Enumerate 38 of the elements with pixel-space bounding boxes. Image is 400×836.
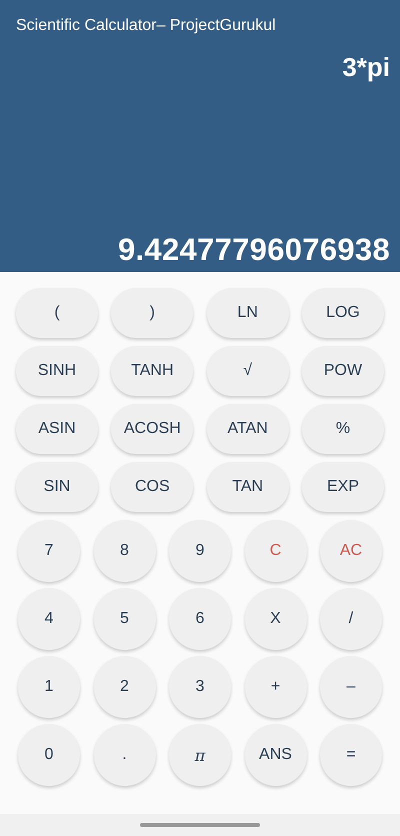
- keypad-key[interactable]: 5: [94, 588, 156, 650]
- function-key[interactable]: %: [302, 404, 384, 454]
- function-key[interactable]: ACOSH: [111, 404, 194, 454]
- function-key[interactable]: (: [16, 288, 98, 338]
- function-key[interactable]: SIN: [16, 462, 98, 512]
- function-key[interactable]: √: [206, 346, 289, 396]
- keypad-key[interactable]: –: [320, 656, 382, 718]
- keypad-key[interactable]: 8: [94, 520, 156, 582]
- function-key[interactable]: TAN: [206, 462, 289, 512]
- expression-text: 3*pi: [342, 52, 390, 83]
- function-key[interactable]: ASIN: [16, 404, 98, 454]
- keypad-key[interactable]: 3: [169, 656, 231, 718]
- keypad-key[interactable]: 7: [18, 520, 80, 582]
- keypad-key[interactable]: 1: [18, 656, 80, 718]
- keypad-key[interactable]: .: [94, 724, 156, 786]
- keypad-key[interactable]: 4: [18, 588, 80, 650]
- keypad-key[interactable]: 6: [169, 588, 231, 650]
- keypad-key[interactable]: =: [320, 724, 382, 786]
- keypad-key[interactable]: /: [320, 588, 382, 650]
- home-handle[interactable]: [140, 823, 260, 827]
- keypad-key[interactable]: 2: [94, 656, 156, 718]
- function-key[interactable]: SINH: [16, 346, 98, 396]
- function-key[interactable]: POW: [302, 346, 384, 396]
- result-text: 9.42477796076938: [118, 232, 390, 268]
- keypad-key[interactable]: X: [244, 588, 306, 650]
- app-title: Scientific Calculator– ProjectGurukul: [16, 17, 276, 35]
- function-key[interactable]: ATAN: [206, 404, 289, 454]
- keypad-key[interactable]: 9: [169, 520, 231, 582]
- function-key[interactable]: EXP: [302, 462, 384, 512]
- function-key[interactable]: LN: [206, 288, 289, 338]
- function-key[interactable]: TANH: [111, 346, 194, 396]
- keypad-key[interactable]: 0: [18, 724, 80, 786]
- function-key[interactable]: ): [111, 288, 194, 338]
- function-key[interactable]: COS: [111, 462, 194, 512]
- function-key[interactable]: LOG: [302, 288, 384, 338]
- keypad-key[interactable]: +: [244, 656, 306, 718]
- keypad-key[interactable]: π: [169, 724, 231, 786]
- keypad-key[interactable]: ANS: [244, 724, 306, 786]
